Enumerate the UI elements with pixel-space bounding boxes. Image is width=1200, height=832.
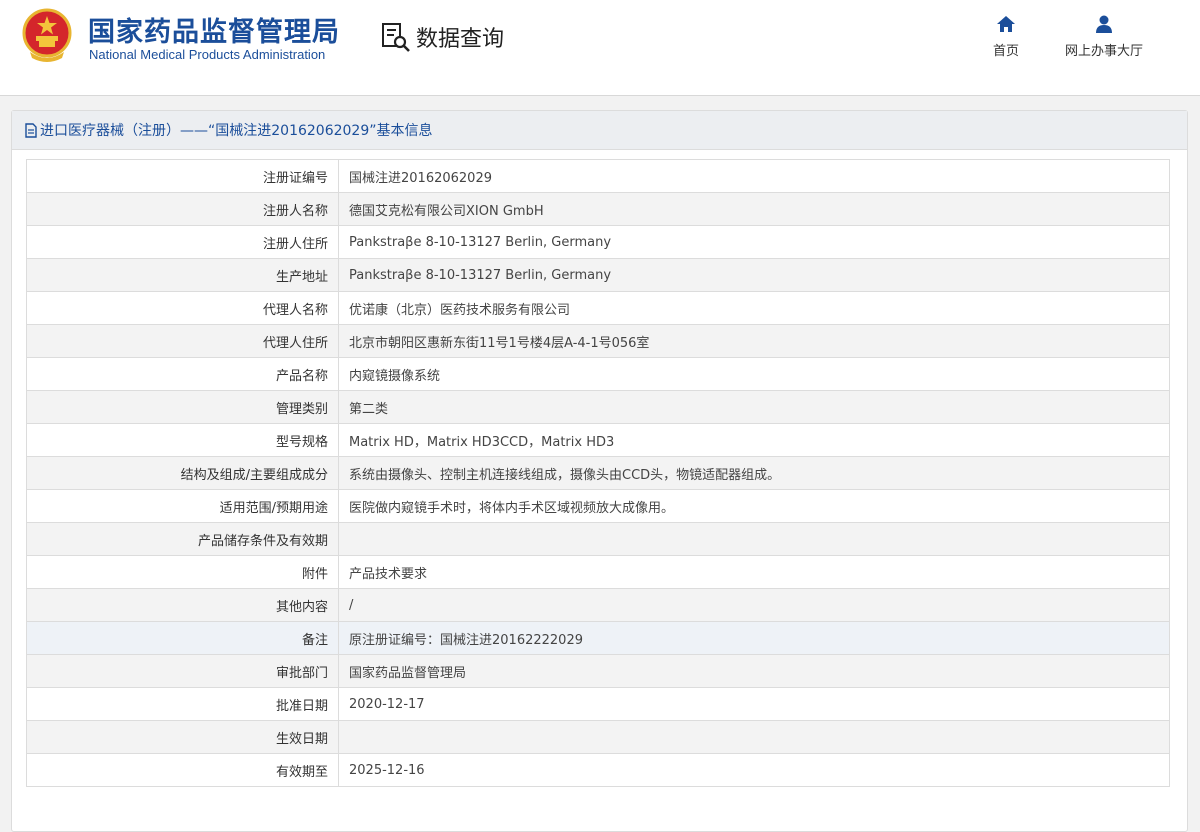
row-value: 产品技术要求 (338, 555, 1170, 589)
site-title-en[interactable]: National Medical Products Administration (89, 47, 325, 62)
row-key: 代理人住所 (26, 324, 339, 358)
table-row: 附件 产品技术要求 (26, 555, 1170, 589)
row-key: 产品储存条件及有效期 (26, 522, 339, 556)
table-row: 生产地址 Pankstraβe 8-10-13127 Berlin, German… (26, 258, 1170, 292)
table-row: 适用范围/预期用途 医院做内窥镜手术时，将体内手术区域视频放大成像用。 (26, 489, 1170, 523)
panel-header: 进口医疗器械（注册）——“国械注进20162062029”基本信息 (12, 111, 1187, 150)
row-value: 北京市朝阳区惠新东街11号1号楼4层A-4-1号056室 (338, 324, 1170, 358)
row-value: 原注册证编号：国械注进20162222029 (338, 621, 1170, 655)
table-row: 注册证编号 国械注进20162062029 (26, 159, 1170, 193)
row-value: Matrix HD，Matrix HD3CCD，Matrix HD3 (338, 423, 1170, 457)
detail-panel: 进口医疗器械（注册）——“国械注进20162062029”基本信息 注册证编号国… (11, 110, 1188, 832)
row-key: 生产地址 (26, 258, 339, 292)
document-icon (25, 122, 37, 138)
user-icon (1096, 15, 1112, 33)
row-value: 2020-12-17 (338, 687, 1170, 721)
row-key: 备注 (26, 621, 339, 655)
row-key: 注册证编号 (26, 159, 339, 193)
row-value: 国械注进20162062029 (338, 159, 1170, 193)
row-value: 优诺康（北京）医药技术服务有限公司 (338, 291, 1170, 325)
row-key: 附件 (26, 555, 339, 589)
info-table: 注册证编号 国械注进20162062029 注册人名称 德国艾克松有限公司XION … (26, 159, 1170, 787)
table-row: 代理人住所 北京市朝阳区惠新东街11号1号楼4层A-4-1号056室 (26, 324, 1170, 358)
row-value: 内窥镜摄像系统 (338, 357, 1170, 391)
row-key: 管理类别 (26, 390, 339, 424)
home-icon (997, 16, 1015, 32)
row-value (338, 720, 1170, 754)
table-row: 审批部门 国家药品监督管理局 (26, 654, 1170, 688)
row-key: 结构及组成/主要组成成分 (26, 456, 339, 490)
nav-home[interactable]: 首页 (966, 14, 1046, 59)
row-key: 代理人名称 (26, 291, 339, 325)
site-header: 国家药品监督管理局 National Medical Products Admi… (0, 0, 1200, 96)
row-value (338, 522, 1170, 556)
table-row: 其他内容 / (26, 588, 1170, 622)
nav-online-hall[interactable]: 网上办事大厅 (1064, 14, 1144, 59)
row-key: 产品名称 (26, 357, 339, 391)
row-value: 第二类 (338, 390, 1170, 424)
nav-online-hall-label: 网上办事大厅 (1064, 44, 1143, 59)
row-value: Pankstraβe 8-10-13127 Berlin, Germany (338, 258, 1170, 292)
national-emblem-icon (22, 8, 72, 62)
row-value: 医院做内窥镜手术时，将体内手术区域视频放大成像用。 (338, 489, 1170, 523)
row-value: 德国艾克松有限公司XION GmbH (338, 192, 1170, 226)
table-row: 产品名称 内窥镜摄像系统 (26, 357, 1170, 391)
table-row: 结构及组成/主要组成成分 系统由摄像头、控制主机连接线组成，摄像头由CCD头，物镜… (26, 456, 1170, 490)
row-key: 审批部门 (26, 654, 339, 688)
row-key: 适用范围/预期用途 (26, 489, 339, 523)
row-key: 注册人住所 (26, 225, 339, 259)
table-row: 批准日期 2020-12-17 (26, 687, 1170, 721)
nav-home-label: 首页 (992, 44, 1019, 59)
table-row: 管理类别 第二类 (26, 390, 1170, 424)
table-row: 产品储存条件及有效期 (26, 522, 1170, 556)
row-value: 国家药品监督管理局 (338, 654, 1170, 688)
data-query-heading: 数据查询 (380, 20, 504, 54)
row-key: 其他内容 (26, 588, 339, 622)
site-title-cn[interactable]: 国家药品监督管理局 (88, 10, 340, 49)
data-query-label: 数据查询 (416, 27, 505, 52)
row-key: 型号规格 (26, 423, 339, 457)
row-value: 系统由摄像头、控制主机连接线组成，摄像头由CCD头，物镜适配器组成。 (338, 456, 1170, 490)
panel-title: 进口医疗器械（注册）——“国械注进20162062029”基本信息 (40, 123, 433, 139)
document-search-icon (382, 23, 410, 52)
row-key: 批准日期 (26, 687, 339, 721)
row-key: 生效日期 (26, 720, 339, 754)
table-row: 注册人名称 德国艾克松有限公司XION GmbH (26, 192, 1170, 226)
row-value: / (338, 588, 1170, 622)
row-key: 有效期至 (26, 753, 339, 787)
row-value: 2025-12-16 (338, 753, 1170, 787)
table-row: 生效日期 (26, 720, 1170, 754)
table-row: 型号规格 Matrix HD，Matrix HD3CCD，Matrix HD3 (26, 423, 1170, 457)
table-row: 有效期至 2025-12-16 (26, 753, 1170, 787)
table-row: 代理人名称 优诺康（北京）医药技术服务有限公司 (26, 291, 1170, 325)
table-row: 注册人住所 Pankstraβe 8-10-13127 Berlin, Germa… (26, 225, 1170, 259)
row-value: Pankstraβe 8-10-13127 Berlin, Germany (338, 225, 1170, 259)
row-key: 注册人名称 (26, 192, 339, 226)
table-row: 备注 原注册证编号：国械注进20162222029 (26, 621, 1170, 655)
